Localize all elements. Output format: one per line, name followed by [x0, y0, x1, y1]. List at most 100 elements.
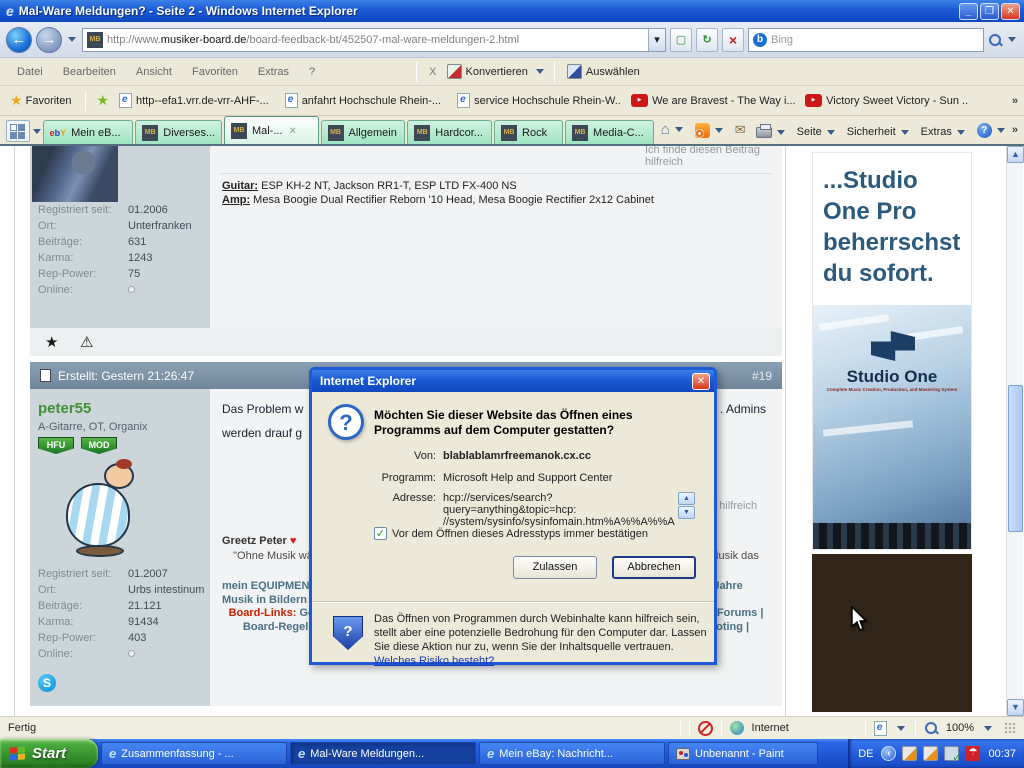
select-button[interactable]: Auswählen — [563, 62, 644, 81]
scroll-down-button[interactable]: ▼ — [1007, 699, 1024, 716]
avatar-image[interactable] — [32, 146, 118, 202]
print-button[interactable] — [751, 124, 792, 141]
minimize-button[interactable]: _ — [959, 2, 978, 20]
tab-hardcore[interactable]: MB Hardcor... — [407, 120, 493, 144]
mb-favicon: MB — [501, 124, 518, 141]
history-dropdown-icon[interactable] — [68, 37, 76, 42]
tab-allgemein[interactable]: MB Allgemein — [320, 120, 406, 144]
favorite-link[interactable]: ▶ We are Bravest - The Way i... — [625, 91, 795, 110]
search-dropdown-icon[interactable] — [1008, 37, 1016, 42]
scroll-up-button[interactable]: ▲ — [1007, 146, 1024, 163]
risk-link[interactable]: Welches Risiko besteht? — [374, 655, 494, 667]
start-button[interactable]: Start — [0, 739, 98, 768]
convert-dropdown-icon[interactable] — [535, 69, 544, 74]
address-bar[interactable]: MB http://www.musiker-board.de/board-fee… — [82, 27, 666, 52]
commandbar-overflow-icon[interactable]: » — [1012, 124, 1018, 136]
tab-close-icon[interactable]: × — [290, 125, 296, 137]
tab-media-c[interactable]: MB Media-C... — [565, 120, 654, 144]
protected-mode-dropdown-icon[interactable] — [896, 725, 905, 731]
java-tray-icon[interactable] — [902, 746, 918, 761]
search-box[interactable]: b Bing — [748, 27, 984, 52]
feeds-button[interactable] — [690, 120, 730, 141]
updates-tray-icon[interactable] — [944, 746, 961, 764]
forward-button[interactable]: → — [36, 26, 62, 53]
safety-menu-button[interactable]: Sicherheit — [842, 123, 916, 141]
dark-ad[interactable] — [812, 554, 972, 712]
studio-one-glyph — [871, 331, 915, 361]
taskbar-task-zusammenfassung[interactable]: e Zusammenfassung - ... — [101, 742, 287, 765]
signature-divider — [220, 173, 772, 174]
menu-ansicht[interactable]: Ansicht — [127, 63, 181, 81]
confirm-checkbox-label[interactable]: Vor dem Öffnen dieses Adresstyps immer b… — [392, 528, 648, 540]
favorite-link[interactable]: service Hochschule Rhein-W... — [451, 90, 621, 111]
resize-grip[interactable] — [1004, 722, 1016, 734]
refresh-button[interactable]: ↻ — [696, 27, 718, 52]
studio-one-ad[interactable]: ...Studio One Pro beherrschst du sofort.… — [812, 152, 972, 550]
zoom-icon[interactable] — [924, 721, 938, 735]
restore-button[interactable]: ❐ — [980, 2, 999, 20]
mb-favicon: MB — [572, 124, 589, 141]
tools-menu-button[interactable]: Extras — [916, 123, 972, 141]
menu-bearbeiten[interactable]: Bearbeiten — [54, 63, 125, 81]
tab-malware-active[interactable]: MB Mal-... × — [223, 116, 319, 144]
favorites-overflow-icon[interactable]: » — [1012, 95, 1018, 107]
home-button[interactable]: ⌂ — [656, 118, 690, 141]
cancel-button[interactable]: Abbrechen — [612, 556, 696, 579]
read-mail-button[interactable]: ✉ — [730, 119, 751, 141]
tab-mein-ebay[interactable]: ebY Mein eB... — [42, 120, 134, 144]
close-button[interactable]: ✕ — [1001, 2, 1020, 20]
menu-datei[interactable]: Datei — [8, 63, 52, 81]
quick-tabs-button[interactable] — [6, 120, 30, 142]
dialog-close-button[interactable]: ✕ — [692, 372, 710, 390]
favorite-link[interactable]: ▶ Victory Sweet Victory - Sun ... — [799, 91, 969, 110]
avatar-obelix[interactable] — [58, 459, 158, 561]
confirm-checkbox[interactable]: ✓ — [374, 527, 387, 540]
allow-button[interactable]: Zulassen — [513, 556, 597, 579]
vertical-scrollbar[interactable]: ▲ ▼ — [1006, 146, 1024, 716]
search-value[interactable]: Bing — [771, 34, 793, 46]
post-username[interactable]: peter55 — [38, 400, 91, 417]
helpful-link-fragment[interactable]: g hilfreich — [710, 500, 757, 512]
favorite-link[interactable]: http--efa1.vrr.de-vrr-AHF-... — [113, 90, 275, 111]
page-menu-button[interactable]: Seite — [792, 123, 842, 141]
rate-star-icon[interactable]: ★ — [45, 333, 58, 351]
tab-list-dropdown-icon[interactable] — [32, 129, 41, 134]
menu-extras[interactable]: Extras — [249, 63, 298, 81]
scroll-down-small-button[interactable]: ▼ — [678, 506, 695, 519]
taskbar-task-malware-active[interactable]: e Mal-Ware Meldungen... — [290, 742, 476, 765]
youtube-icon: ▶ — [805, 94, 823, 107]
address-dropdown-button[interactable]: ▾ — [648, 28, 665, 51]
compatibility-view-button[interactable]: ▢ — [670, 27, 692, 52]
protected-mode-icon[interactable] — [873, 720, 887, 736]
tab-diverses[interactable]: MB Diverses... — [135, 120, 222, 144]
skype-icon[interactable]: S — [38, 674, 56, 692]
window-titlebar[interactable]: e Mal-Ware Meldungen? - Seite 2 - Window… — [0, 0, 1024, 22]
add-favorite-icon[interactable]: ★ — [96, 92, 109, 109]
java-tray-icon[interactable] — [923, 746, 939, 761]
convert-button[interactable]: Konvertieren — [443, 62, 532, 81]
zoom-level[interactable]: 100% — [946, 722, 974, 734]
scroll-thumb[interactable] — [1008, 385, 1023, 532]
help-button[interactable]: ? — [972, 120, 1012, 141]
menu-favoriten[interactable]: Favoriten — [183, 63, 247, 81]
stop-button[interactable]: × — [722, 27, 744, 52]
favorite-link[interactable]: anfahrt Hochschule Rhein-... — [279, 90, 447, 111]
helpful-link[interactable]: Ich finde diesen Beitrag hilfreich — [645, 146, 782, 168]
tab-rock[interactable]: MB Rock — [494, 120, 564, 144]
language-indicator[interactable]: DE — [858, 748, 873, 760]
dialog-titlebar[interactable]: Internet Explorer ✕ — [312, 370, 714, 392]
search-button-icon[interactable] — [988, 33, 1002, 47]
favorites-button[interactable]: ★ Favoriten — [6, 90, 75, 111]
back-button[interactable]: ← — [6, 26, 32, 53]
zoom-dropdown-icon[interactable] — [984, 725, 992, 731]
pdfbar-close-button[interactable]: X — [425, 64, 440, 80]
report-warning-icon[interactable]: ⚠ — [80, 333, 93, 351]
post-number[interactable]: #19 — [752, 369, 772, 383]
taskbar-task-ebay[interactable]: e Mein eBay: Nachricht... — [479, 742, 665, 765]
avira-tray-icon[interactable]: ☂ — [965, 746, 981, 761]
scroll-up-small-button[interactable]: ▲ — [678, 492, 695, 505]
tray-collapse-icon[interactable]: ‹ — [881, 746, 897, 761]
menu-hilfe[interactable]: ? — [300, 63, 324, 81]
taskbar-task-paint[interactable]: Unbenannt - Paint — [668, 742, 818, 765]
url-text[interactable]: http://www.musiker-board.de/board-feedba… — [107, 34, 519, 46]
